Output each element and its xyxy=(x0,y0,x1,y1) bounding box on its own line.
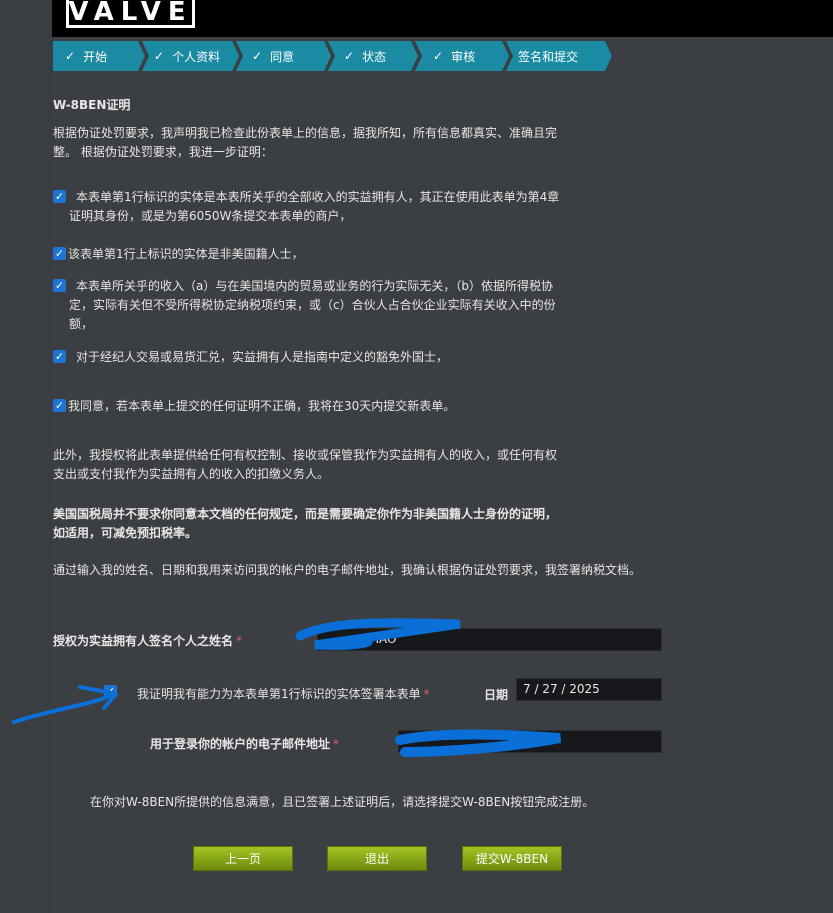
capacity-checkbox[interactable]: ✓ xyxy=(104,685,117,698)
checkbox-cert-5[interactable]: ✓ xyxy=(53,399,66,412)
intro-text: 根据伪证处罚要求，我声明我已检查此份表单上的信息，据我所知，所有信息都真实、准确… xyxy=(53,126,558,159)
valve-logo[interactable]: VALVE xyxy=(66,0,195,28)
signer-name-input[interactable]: HAO xyxy=(317,628,662,651)
checkbox-cert-4[interactable]: ✓ xyxy=(53,350,66,363)
cert-exempt-foreign: ✓ 对于经纪人交易或易货汇兑，实益拥有人是指南中定义的豁免外国士， xyxy=(53,350,449,364)
checkbox-cert-1[interactable]: ✓ xyxy=(53,190,66,203)
step-profile[interactable]: ✓ 个人资料 xyxy=(142,41,239,71)
check-icon: ✓ xyxy=(252,49,263,63)
check-icon: ✓ xyxy=(65,49,76,63)
email-label: 用于登录你的帐户的电子邮件地址 * xyxy=(150,737,340,751)
submit-w8ben-button[interactable]: 提交W-8BEN xyxy=(462,846,562,871)
cert-income-not-connected: ✓ 本表单所关乎的收入（a）与在美国境内的贸易或业务的行为实际无关，（b）依据所… xyxy=(53,279,556,331)
irs-notice: 美国国税局并不要求你同意本文档的任何规定，而是需要确定你作为非美国籍人士身份的证… xyxy=(53,507,558,540)
check-icon: ✓ xyxy=(433,49,444,63)
cert-non-us-person: ✓ 该表单第1行上标识的实体是非美国籍人士， xyxy=(53,247,304,261)
sign-notice: 通过输入我的姓名、日期和我用来访问我的帐户的电子邮件地址，我确认根据伪证处罚要求… xyxy=(53,563,642,577)
signer-name-label: 授权为实益拥有人签名个人之姓名 * xyxy=(53,634,243,648)
exit-button[interactable]: 退出 xyxy=(327,846,427,871)
step-review[interactable]: ✓ 审核 xyxy=(415,41,509,71)
step-consent[interactable]: ✓ 同意 xyxy=(236,41,331,71)
check-icon: ✓ xyxy=(154,49,165,63)
final-notice: 在你对W-8BEN所提供的信息满意，且已签署上述证明后，请选择提交W-8BEN按… xyxy=(90,795,595,809)
authorization-text: 此外，我授权将此表单提供给任何有权控制、接收或保管我作为实益拥有人的收入，或任何… xyxy=(53,448,558,481)
step-start[interactable]: ✓ 开始 xyxy=(53,41,145,71)
section-heading: W-8BEN证明 xyxy=(53,98,131,112)
step-status[interactable]: ✓ 状态 xyxy=(328,41,418,71)
capacity-label: 我证明我有能力为本表单第1行标识的实体签署本表单 * xyxy=(137,687,430,701)
previous-page-button[interactable]: 上一页 xyxy=(193,846,293,871)
required-mark: * xyxy=(236,634,243,648)
checkbox-cert-2[interactable]: ✓ xyxy=(53,247,66,260)
cert-agree-resubmit: ✓ 我同意，若本表单上提交的任何证明不正确，我将在30天内提交新表单。 xyxy=(53,399,456,413)
step-sign-submit[interactable]: 签名和提交 xyxy=(506,41,612,71)
date-label: 日期 xyxy=(484,688,509,702)
checkbox-cert-3[interactable]: ✓ xyxy=(53,279,66,292)
date-input[interactable]: 7 / 27 / 2025 xyxy=(516,678,662,701)
cert-beneficial-owner: ✓ 本表单第1行标识的实体是本表所关乎的全部收入的实益拥有人，其正在使用此表单为… xyxy=(53,190,560,223)
email-input[interactable] xyxy=(398,730,662,753)
left-margin xyxy=(0,0,52,913)
check-icon: ✓ xyxy=(344,49,355,63)
